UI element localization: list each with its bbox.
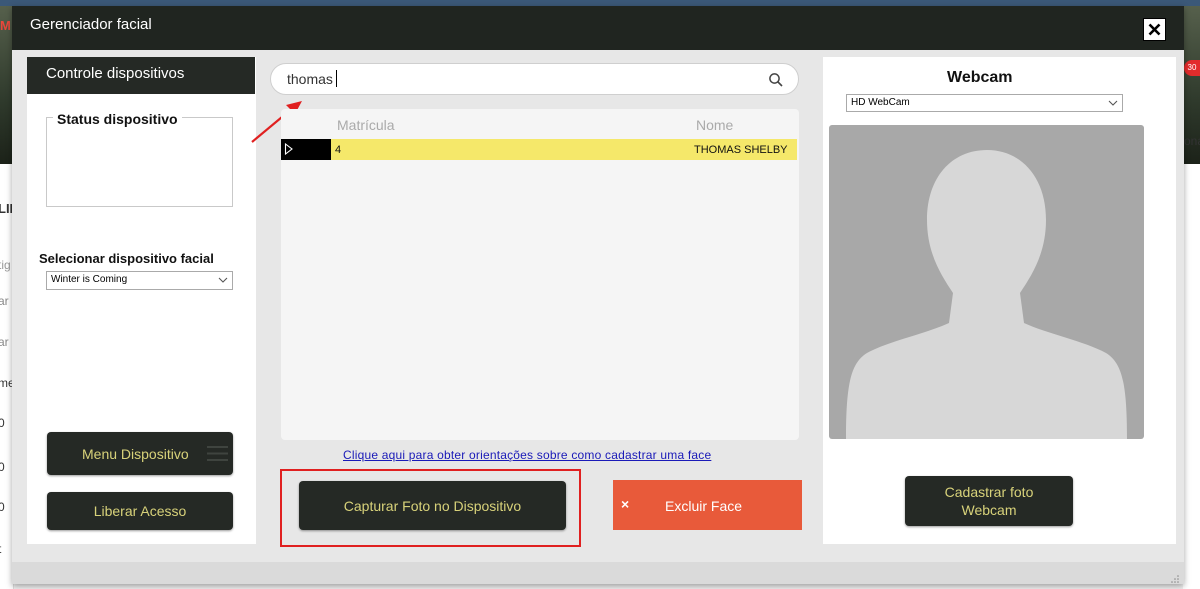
background-text: me: [0, 376, 12, 390]
chevron-down-icon: [1108, 100, 1118, 106]
modal-titlebar: [12, 6, 1184, 50]
device-select-label: Selecionar dispositivo facial: [39, 251, 214, 266]
modal-footer: [12, 562, 1184, 584]
device-status-legend: Status dispositivo: [53, 111, 182, 127]
cell-nome: THOMAS SHELBY: [694, 144, 788, 156]
search-input[interactable]: [270, 63, 799, 95]
device-status-box: [46, 117, 233, 207]
device-select[interactable]: Winter is Coming: [46, 271, 233, 290]
background-text: 0: [0, 500, 5, 514]
delete-face-label: Excluir Face: [665, 498, 743, 514]
device-control-header: Controle dispositivos: [27, 57, 255, 94]
column-header-matricula[interactable]: Matrícula: [337, 117, 395, 133]
register-webcam-label-line1: Cadastrar foto: [944, 484, 1034, 500]
capture-photo-button[interactable]: Capturar Foto no Dispositivo: [299, 481, 566, 530]
background-text: 0: [0, 416, 5, 430]
webcam-select-value: HD WebCam: [851, 97, 910, 108]
release-access-label: Liberar Acesso: [93, 503, 187, 519]
webcam-title: Webcam: [947, 69, 1013, 86]
device-menu-label: Menu Dispositivo: [82, 445, 189, 462]
resize-grip-icon[interactable]: [1170, 574, 1180, 584]
close-icon: [1148, 23, 1161, 36]
row-pointer-icon: [284, 143, 293, 155]
hamburger-menu-icon: [207, 446, 228, 461]
modal-title: Gerenciador facial: [30, 16, 152, 33]
register-webcam-label-line2: Webcam: [961, 502, 1017, 518]
background-text: ar: [0, 335, 9, 349]
search-icon[interactable]: [768, 72, 784, 88]
release-access-button[interactable]: Liberar Acesso: [47, 492, 233, 530]
background-text: ar: [0, 294, 9, 308]
background-text: t: [0, 542, 12, 556]
close-button[interactable]: [1143, 18, 1166, 41]
background-text: 0: [0, 460, 5, 474]
background-text: LIE: [0, 201, 12, 216]
webcam-photo-placeholder: [829, 125, 1144, 439]
register-webcam-photo-button[interactable]: Cadastrar foto Webcam: [905, 476, 1073, 526]
search-input-value: thomas: [287, 71, 333, 87]
cell-matricula: 4: [335, 144, 342, 156]
notification-badge: 30: [1184, 60, 1200, 76]
webcam-select[interactable]: HD WebCam: [846, 94, 1123, 112]
background-text: ona: [1184, 134, 1200, 148]
face-registration-help-link[interactable]: Clique aqui para obter orientações sobre…: [343, 448, 711, 462]
row-selector[interactable]: [281, 139, 331, 160]
column-header-nome[interactable]: Nome: [696, 117, 733, 133]
gmail-icon: M: [0, 18, 11, 32]
background-text: tig: [0, 258, 11, 272]
capture-photo-label: Capturar Foto no Dispositivo: [343, 497, 522, 514]
background-right-strip: [1183, 164, 1200, 589]
text-cursor: [336, 70, 337, 87]
device-menu-button[interactable]: Menu Dispositivo: [47, 432, 233, 475]
delete-icon: ×: [621, 496, 630, 512]
device-select-value: Winter is Coming: [51, 274, 128, 285]
chevron-down-icon: [218, 277, 228, 283]
user-silhouette-icon: [846, 150, 1127, 439]
delete-face-button[interactable]: × Excluir Face: [613, 480, 802, 530]
